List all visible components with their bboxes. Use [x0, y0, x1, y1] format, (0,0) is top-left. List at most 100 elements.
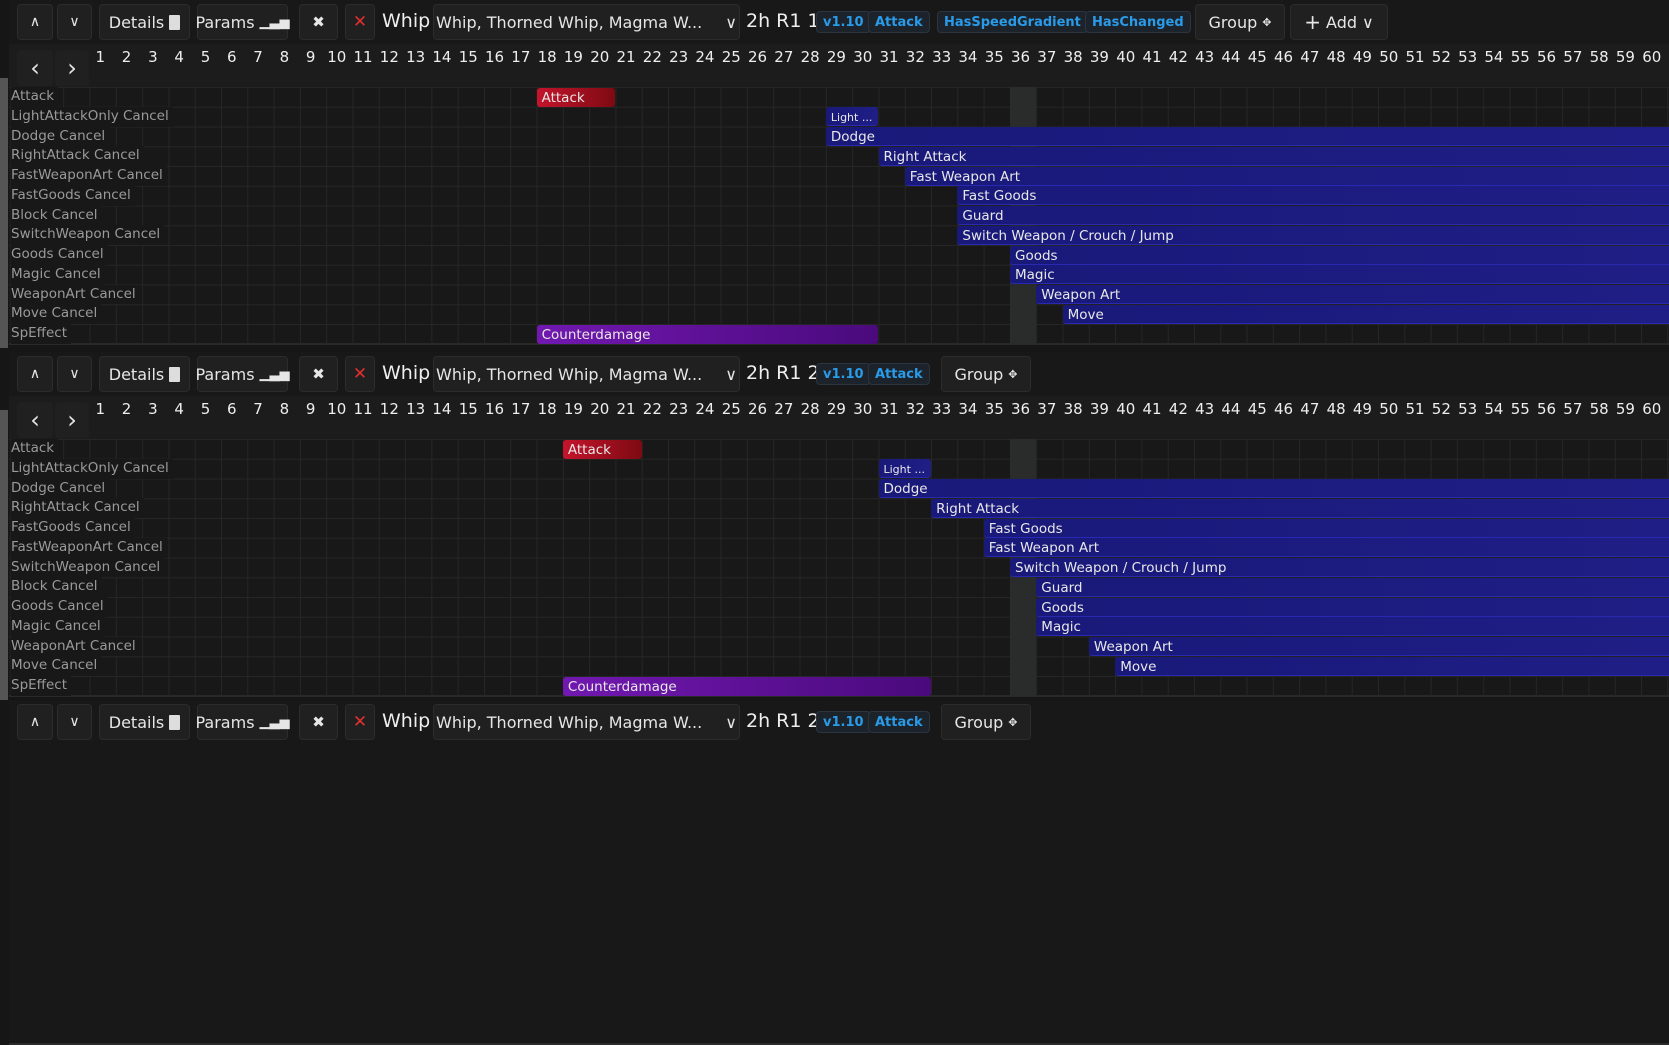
frame-number[interactable]: 4 — [174, 400, 184, 418]
event-bar-blue[interactable]: Dodge — [826, 127, 1669, 146]
prev-frames-button[interactable]: ‹ — [17, 50, 53, 86]
frame-number[interactable]: 5 — [201, 48, 211, 66]
event-bar-blue[interactable]: Magic — [1010, 265, 1669, 284]
remove-button[interactable]: ✕ — [345, 356, 375, 392]
frame-number[interactable]: 9 — [306, 48, 316, 66]
event-bar-blue[interactable]: Light ... — [826, 107, 879, 126]
frame-number[interactable]: 12 — [380, 48, 399, 66]
details-button[interactable]: Details — [99, 356, 190, 392]
frame-number[interactable]: 53 — [1458, 48, 1477, 66]
frame-number[interactable]: 30 — [853, 400, 872, 418]
frame-number[interactable]: 49 — [1353, 400, 1372, 418]
frame-number[interactable]: 37 — [1037, 48, 1056, 66]
move-up-button[interactable]: ∧ — [17, 704, 53, 740]
frame-number[interactable]: 23 — [669, 400, 688, 418]
event-bar-blue[interactable]: Magic — [1036, 617, 1669, 636]
frame-number[interactable]: 38 — [1064, 400, 1083, 418]
prev-frames-button[interactable]: ‹ — [17, 402, 53, 438]
frame-number[interactable]: 26 — [748, 400, 767, 418]
weapon-select[interactable]: Whip, Thorned Whip, Magma W...∨ — [433, 704, 740, 740]
frame-number[interactable]: 47 — [1300, 48, 1319, 66]
event-bar-blue[interactable]: Fast Goods — [984, 519, 1669, 538]
frame-number[interactable]: 18 — [538, 400, 557, 418]
frame-number[interactable]: 49 — [1353, 48, 1372, 66]
collapse-button[interactable]: ✖ — [299, 356, 338, 392]
frame-number[interactable]: 59 — [1616, 400, 1635, 418]
frame-number[interactable]: 51 — [1406, 400, 1425, 418]
frame-number[interactable]: 39 — [1090, 48, 1109, 66]
frame-number[interactable]: 50 — [1379, 400, 1398, 418]
frame-number[interactable]: 13 — [406, 400, 425, 418]
frame-number[interactable]: 56 — [1537, 400, 1556, 418]
frame-number[interactable]: 34 — [958, 48, 977, 66]
frame-number[interactable]: 36 — [1011, 400, 1030, 418]
frame-number[interactable]: 52 — [1432, 48, 1451, 66]
frame-number[interactable]: 27 — [774, 400, 793, 418]
frame-number[interactable]: 48 — [1327, 48, 1346, 66]
frame-number[interactable]: 57 — [1563, 48, 1582, 66]
frame-number[interactable]: 23 — [669, 48, 688, 66]
frame-number[interactable]: 45 — [1248, 48, 1267, 66]
frame-number[interactable]: 32 — [906, 48, 925, 66]
frame-number[interactable]: 15 — [459, 400, 478, 418]
frame-number[interactable]: 41 — [1143, 400, 1162, 418]
move-down-button[interactable]: ∨ — [57, 704, 92, 740]
event-bar-red[interactable]: Attack — [563, 440, 642, 459]
event-bar-blue[interactable]: Goods — [1010, 246, 1669, 265]
frame-number[interactable]: 28 — [801, 400, 820, 418]
remove-button[interactable]: ✕ — [345, 4, 375, 40]
frame-number[interactable]: 24 — [695, 400, 714, 418]
event-bar-blue[interactable]: Guard — [1036, 578, 1669, 597]
group-button[interactable]: Group✥ — [1195, 4, 1285, 40]
scrollbar-thumb[interactable] — [0, 78, 8, 348]
event-bar-blue[interactable]: Switch Weapon / Crouch / Jump — [1010, 558, 1669, 577]
frame-number[interactable]: 14 — [432, 48, 451, 66]
frame-number[interactable]: 11 — [354, 48, 373, 66]
frame-number[interactable]: 35 — [985, 400, 1004, 418]
details-button[interactable]: Details — [99, 704, 190, 740]
scrollbar-thumb[interactable] — [0, 410, 8, 700]
frame-number[interactable]: 41 — [1143, 48, 1162, 66]
params-button[interactable]: Params▁▃▅ — [197, 356, 288, 392]
frame-number[interactable]: 3 — [148, 48, 158, 66]
event-bar-purple[interactable]: Counterdamage — [563, 677, 931, 696]
frame-number[interactable]: 4 — [174, 48, 184, 66]
collapse-button[interactable]: ✖ — [299, 704, 338, 740]
event-bar-red[interactable]: Attack — [537, 88, 616, 107]
frame-number[interactable]: 22 — [643, 48, 662, 66]
frame-number[interactable]: 37 — [1037, 400, 1056, 418]
frame-number[interactable]: 25 — [722, 400, 741, 418]
frame-number[interactable]: 21 — [617, 400, 636, 418]
event-bar-blue[interactable]: Move — [1115, 657, 1669, 676]
event-bar-blue[interactable]: Right Attack — [879, 147, 1669, 166]
event-bar-blue[interactable]: Light ... — [879, 459, 932, 478]
event-bar-blue[interactable]: Goods — [1036, 598, 1669, 617]
frame-number[interactable]: 8 — [280, 400, 290, 418]
frame-number[interactable]: 43 — [1195, 400, 1214, 418]
frame-number[interactable]: 51 — [1406, 48, 1425, 66]
frame-number[interactable]: 58 — [1590, 400, 1609, 418]
event-bar-blue[interactable]: Fast Weapon Art — [984, 538, 1669, 557]
frame-number[interactable]: 28 — [801, 48, 820, 66]
frame-number[interactable]: 13 — [406, 48, 425, 66]
frame-number[interactable]: 12 — [380, 400, 399, 418]
frame-number[interactable]: 8 — [280, 48, 290, 66]
frame-number[interactable]: 9 — [306, 400, 316, 418]
remove-button[interactable]: ✕ — [345, 704, 375, 740]
move-down-button[interactable]: ∨ — [57, 4, 92, 40]
frame-number[interactable]: 42 — [1169, 400, 1188, 418]
frame-number[interactable]: 20 — [590, 48, 609, 66]
frame-number[interactable]: 32 — [906, 400, 925, 418]
frame-number[interactable]: 35 — [985, 48, 1004, 66]
frame-number[interactable]: 43 — [1195, 48, 1214, 66]
group-button[interactable]: Group✥ — [941, 704, 1031, 740]
weapon-select[interactable]: Whip, Thorned Whip, Magma W...∨ — [433, 356, 740, 392]
frame-number[interactable]: 42 — [1169, 48, 1188, 66]
frame-number[interactable]: 45 — [1248, 400, 1267, 418]
frame-number[interactable]: 36 — [1011, 48, 1030, 66]
frame-number[interactable]: 55 — [1511, 400, 1530, 418]
frame-number[interactable]: 46 — [1274, 48, 1293, 66]
frame-number[interactable]: 58 — [1590, 48, 1609, 66]
frame-number[interactable]: 17 — [511, 48, 530, 66]
event-bar-purple[interactable]: Counterdamage — [537, 325, 879, 344]
